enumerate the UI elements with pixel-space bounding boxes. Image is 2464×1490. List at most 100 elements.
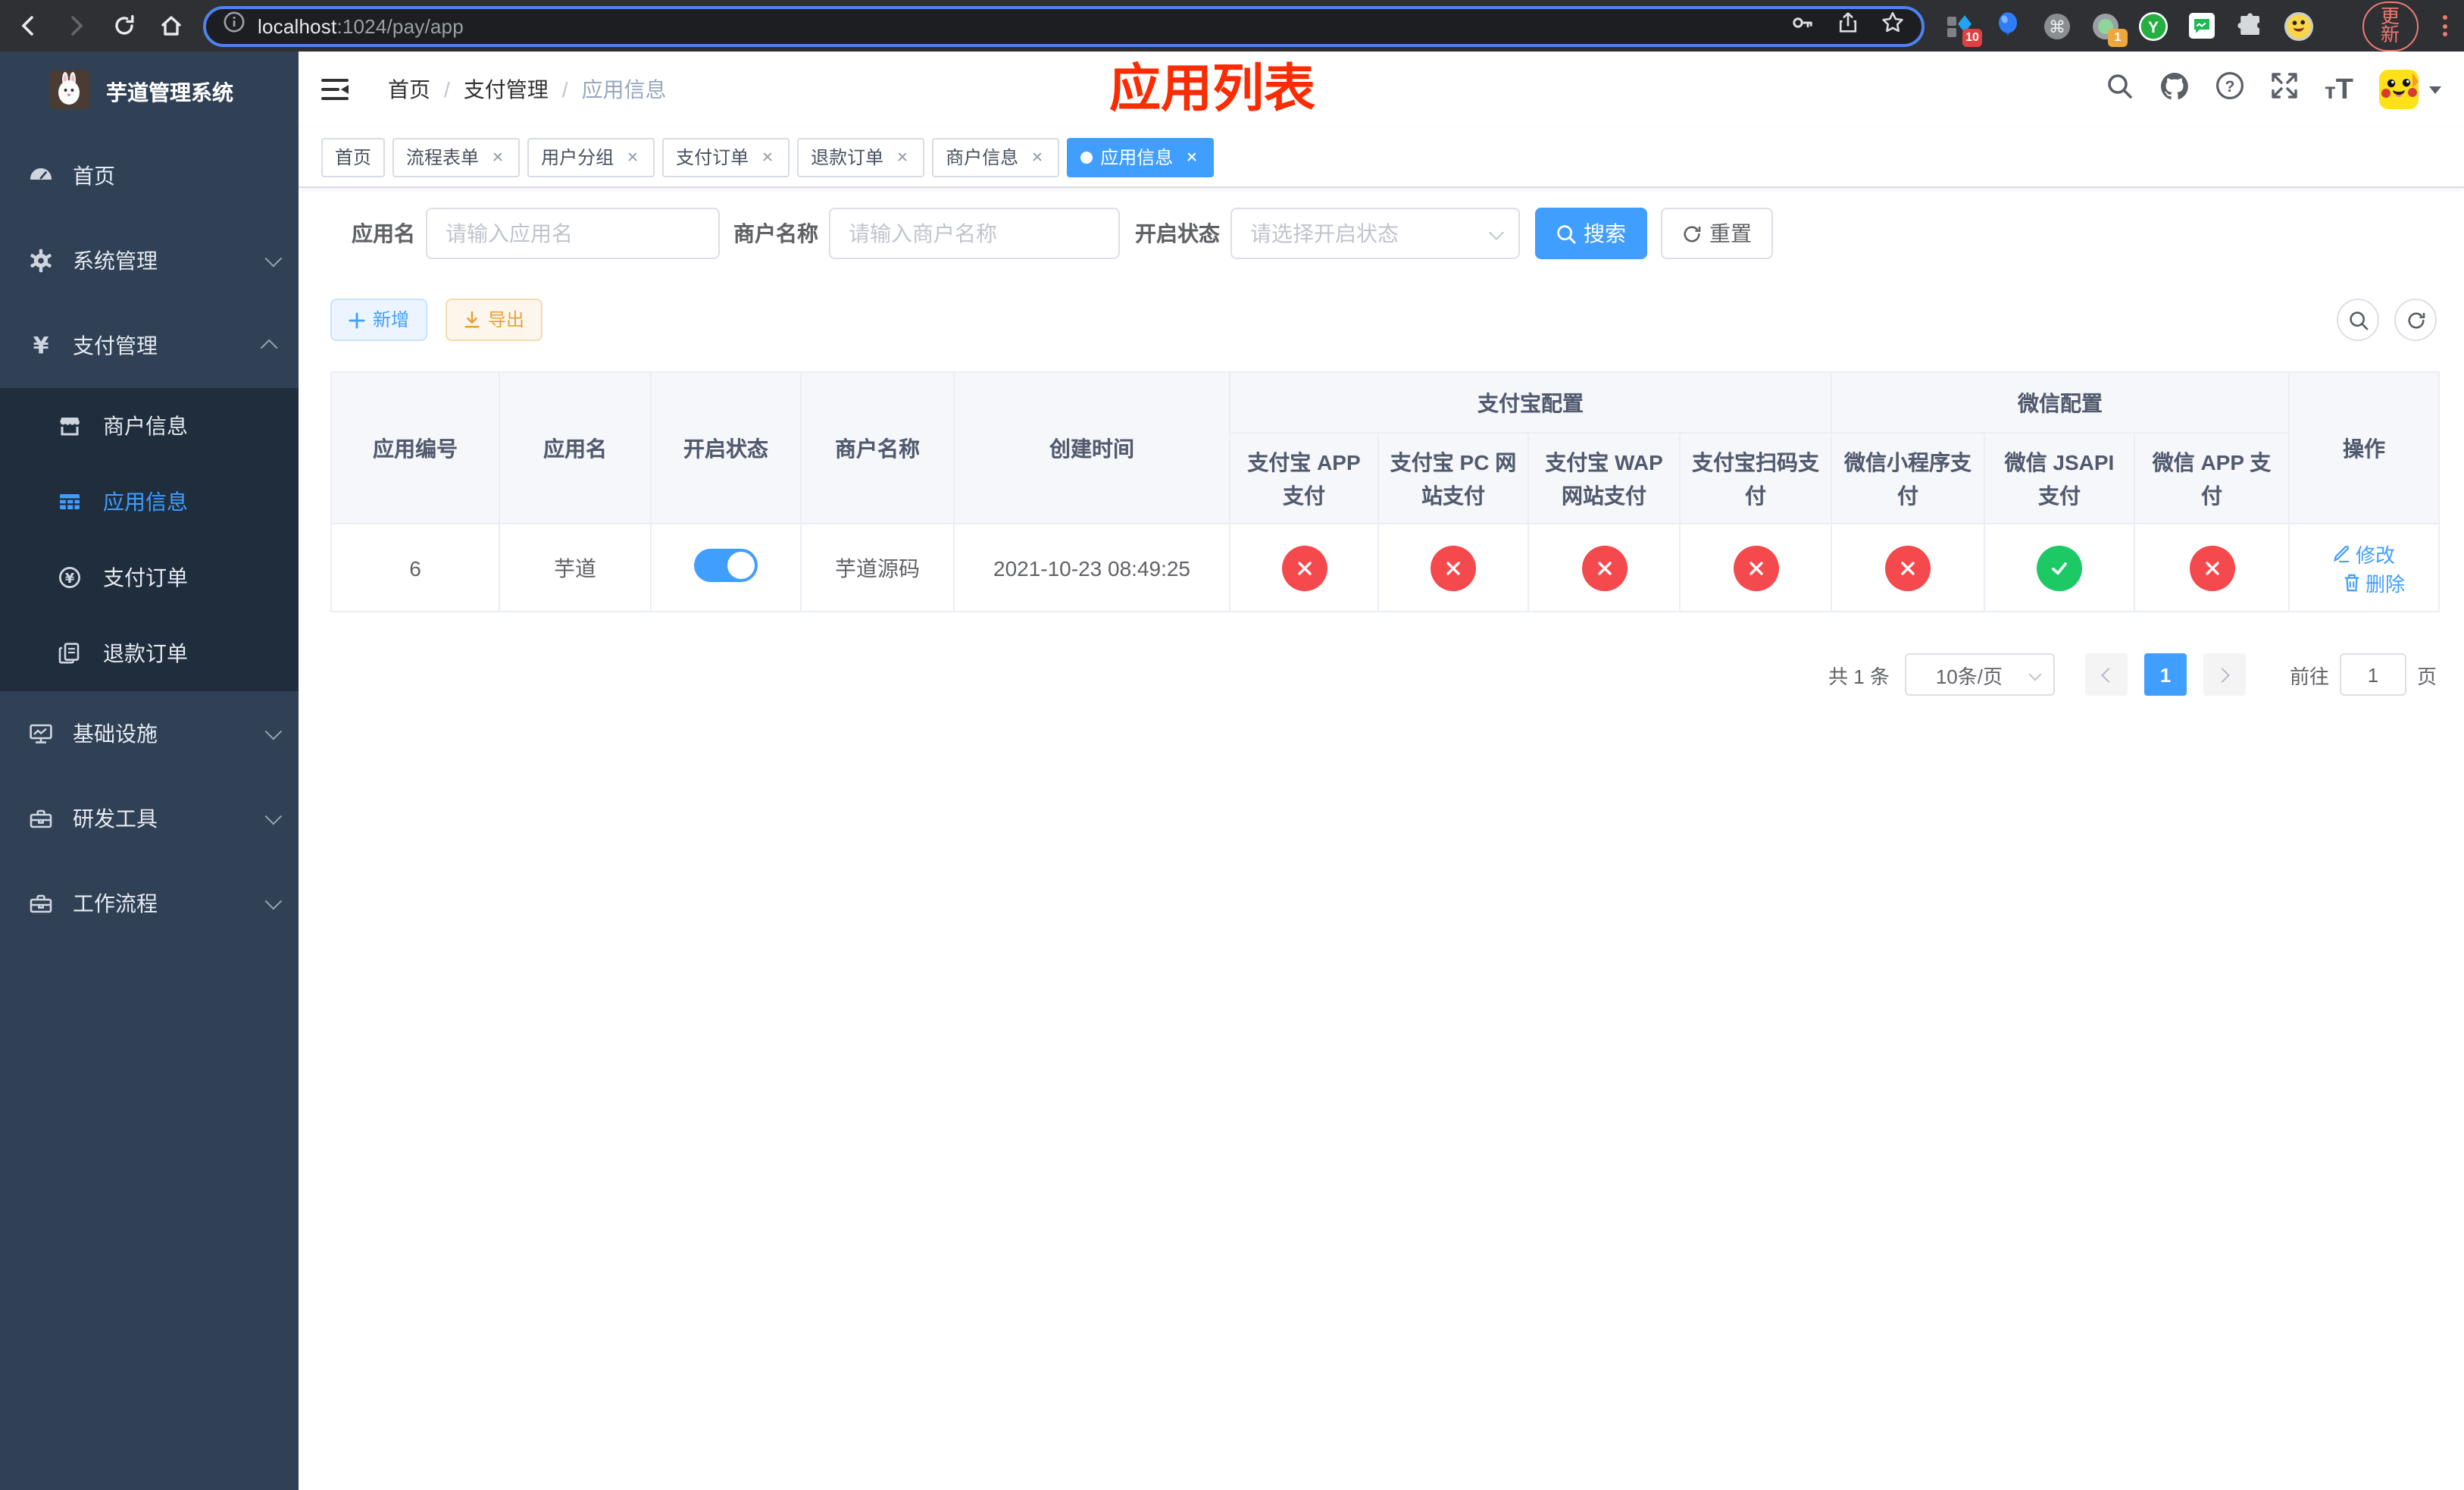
tab-app-info[interactable]: 应用信息: [1067, 137, 1215, 177]
sidebar-item-dev-tools[interactable]: 研发工具: [0, 776, 299, 861]
app-table: 应用编号 应用名 开启状态 商户名称 创建时间 支付宝配置 微信配置 操作 支付…: [330, 371, 2440, 612]
close-icon[interactable]: [623, 148, 641, 166]
search-icon: [1557, 224, 1576, 243]
font-size-icon[interactable]: тT: [2325, 75, 2353, 104]
reload-icon[interactable]: [112, 14, 136, 38]
share-icon[interactable]: [1837, 10, 1859, 42]
search-icon[interactable]: [2106, 72, 2134, 107]
merchant-name-input[interactable]: [829, 208, 1120, 259]
svg-text:¥: ¥: [65, 571, 75, 587]
extension-diamond-icon[interactable]: 10: [1944, 11, 1982, 47]
status-select[interactable]: 请选择开启状态: [1230, 208, 1520, 259]
search-icon: [2349, 311, 2368, 330]
key-icon[interactable]: [1790, 10, 1815, 42]
tab-home[interactable]: 首页: [321, 137, 386, 177]
col-alipay-wap: 支付宝 WAP 网站支付: [1527, 432, 1681, 524]
next-page-button[interactable]: [2203, 653, 2246, 696]
status-toggle[interactable]: [694, 549, 758, 582]
close-icon[interactable]: [1027, 148, 1046, 166]
profile-avatar-emoji[interactable]: [2284, 11, 2314, 41]
cell-alipay-qr-pay: [1679, 523, 1832, 612]
page-number-1[interactable]: 1: [2143, 653, 2187, 696]
close-icon[interactable]: [893, 148, 911, 166]
export-button[interactable]: 导出: [446, 299, 543, 341]
chrome-update-button[interactable]: 更新: [2362, 1, 2419, 51]
sidebar-item-system[interactable]: 系统管理: [0, 218, 299, 303]
sidebar-item-workflow[interactable]: 工作流程: [0, 861, 299, 946]
grid-icon: [58, 490, 82, 514]
dashboard-icon: [29, 164, 53, 188]
page-size-select[interactable]: 10条/页: [1904, 653, 2055, 696]
app-logo[interactable]: 芋道管理系统: [0, 52, 299, 133]
monitor-icon: [29, 722, 53, 746]
fullscreen-icon[interactable]: [2270, 71, 2299, 108]
table-toolbar: 新增 导出: [330, 299, 2437, 341]
forward-icon[interactable]: [64, 14, 89, 38]
prev-page-button[interactable]: [2084, 653, 2128, 696]
add-button[interactable]: 新增: [330, 299, 428, 341]
tab-merchant-info[interactable]: 商户信息: [932, 137, 1060, 177]
browser-extensions: 10 ⌘ 1 Y: [1944, 11, 2314, 47]
check-icon: [2037, 545, 2082, 590]
chevron-left-icon: [2101, 667, 2116, 682]
edit-pencil-icon: [2334, 545, 2350, 562]
reset-button[interactable]: 重置: [1661, 208, 1773, 259]
hamburger-icon[interactable]: [321, 78, 349, 101]
tab-pay-order[interactable]: 支付订单: [662, 137, 790, 177]
home-icon[interactable]: [159, 14, 183, 38]
edit-link[interactable]: 修改: [2333, 539, 2395, 568]
close-icon[interactable]: [488, 148, 506, 166]
refresh-table-button[interactable]: [2394, 299, 2437, 341]
app-name-input[interactable]: [426, 208, 720, 259]
sidebar-subitem-merchant-info[interactable]: 商户信息: [0, 388, 299, 464]
bookmark-star-icon[interactable]: [1881, 10, 1905, 42]
col-status: 开启状态: [650, 371, 802, 524]
col-app-name: 应用名: [499, 371, 652, 524]
close-icon[interactable]: [758, 148, 776, 166]
col-app-id: 应用编号: [330, 371, 500, 524]
user-avatar[interactable]: [2379, 70, 2441, 109]
sidebar-subitem-pay-order[interactable]: ¥ 支付订单: [0, 540, 299, 615]
cell-alipay-pc-pay: [1377, 523, 1529, 612]
browser-menu-icon[interactable]: [2441, 15, 2449, 36]
col-group-alipay: 支付宝配置: [1229, 371, 1832, 434]
delete-link[interactable]: 删除: [2343, 568, 2405, 596]
sidebar-item-infrastructure[interactable]: 基础设施: [0, 691, 299, 776]
address-bar[interactable]: localhost:1024/pay/app: [203, 5, 1925, 46]
tab-label: 应用信息: [1100, 147, 1174, 168]
extension-y-icon[interactable]: Y: [2138, 11, 2169, 41]
toggle-search-button[interactable]: [2337, 299, 2379, 341]
github-icon[interactable]: [2159, 70, 2190, 108]
extension-recorder-icon[interactable]: 1: [2090, 11, 2128, 47]
back-icon[interactable]: [15, 14, 41, 38]
breadcrumb-home[interactable]: 首页: [388, 74, 430, 105]
menu-label: 支付管理: [73, 333, 158, 358]
sidebar: 芋道管理系统 首页 系统管理 ¥ 支付管理 商户信息 应用信息 ¥ 支付订单 退款订单 基础设施研…: [0, 52, 299, 1490]
payment-submenu: 商户信息 应用信息 ¥ 支付订单 退款订单: [0, 388, 299, 691]
help-icon[interactable]: ?: [2215, 71, 2244, 108]
tab-refund-order[interactable]: 退款订单: [797, 137, 925, 177]
sidebar-item-payment[interactable]: ¥ 支付管理: [0, 303, 299, 388]
url-text[interactable]: localhost:1024/pay/app: [258, 14, 1778, 37]
close-icon[interactable]: [1182, 148, 1200, 166]
extension-chat-icon[interactable]: [2187, 11, 2217, 41]
menu-label: 工作流程: [73, 891, 158, 916]
tab-user-group[interactable]: 用户分组: [527, 137, 655, 177]
extension-puzzle-icon[interactable]: [2235, 11, 2265, 41]
site-info-icon[interactable]: [223, 11, 245, 41]
extension-balloon-icon[interactable]: [1993, 11, 2023, 41]
sidebar-item-home[interactable]: 首页: [0, 133, 299, 218]
sidebar-subitem-app-info[interactable]: 应用信息: [0, 464, 299, 540]
app-title: 芋道管理系统: [106, 80, 233, 105]
search-button[interactable]: 搜索: [1535, 208, 1647, 259]
menu-label: 研发工具: [73, 806, 158, 831]
extension-command-icon[interactable]: ⌘: [2041, 11, 2072, 41]
sidebar-subitem-refund-order[interactable]: 退款订单: [0, 615, 299, 691]
chevron-down-icon: [2429, 86, 2441, 93]
breadcrumb-current: 应用信息: [581, 77, 667, 102]
breadcrumb-payment[interactable]: 支付管理: [464, 74, 549, 105]
svg-text:⌘: ⌘: [2048, 17, 2065, 36]
goto-page-input[interactable]: [2339, 653, 2406, 696]
page-content: 应用名 商户名称 开启状态 请选择开启状态 搜索 重置: [299, 188, 2464, 1490]
tab-flow-form[interactable]: 流程表单: [392, 137, 521, 177]
